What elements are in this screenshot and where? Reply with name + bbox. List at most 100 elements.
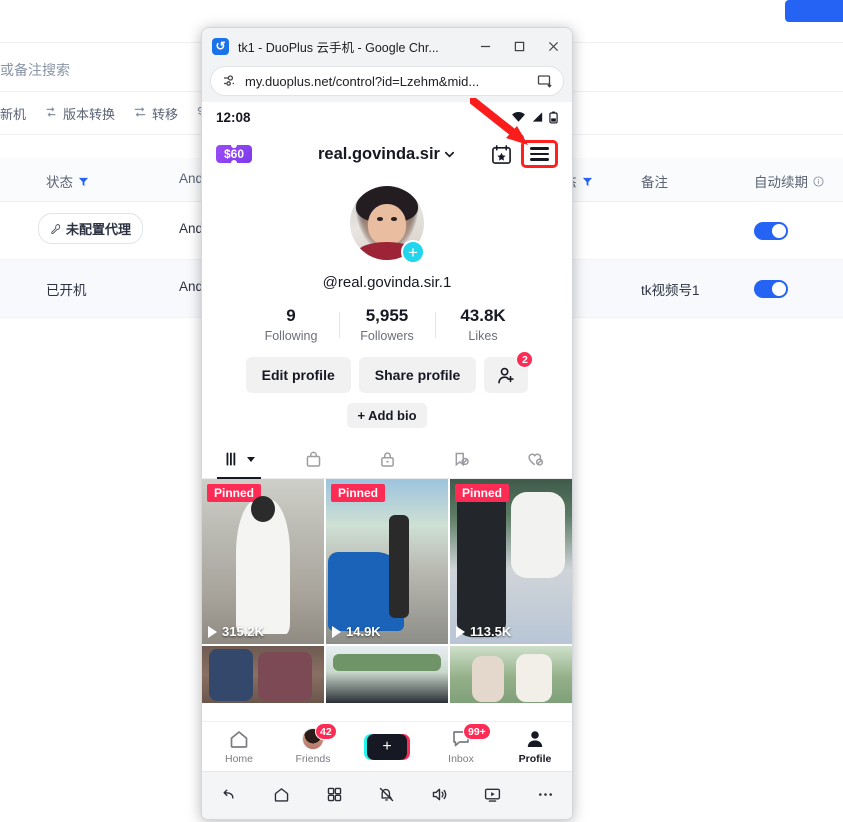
avatar-area: + bbox=[202, 186, 572, 264]
stat-likes-value: 43.8K bbox=[460, 306, 506, 325]
toolbar-item-transfer[interactable]: 转移 bbox=[133, 104, 178, 123]
share-profile-button[interactable]: Share profile bbox=[358, 357, 477, 393]
chrome-omnibox-row: my.duoplus.net/control?id=Lzehm&mid... bbox=[202, 64, 572, 102]
stat-following[interactable]: 9 Following bbox=[244, 306, 339, 343]
col-label-status: 状态 bbox=[46, 175, 73, 190]
install-app-icon[interactable] bbox=[537, 73, 553, 89]
more-dots-icon[interactable] bbox=[536, 785, 555, 804]
nav-item-home[interactable]: Home bbox=[202, 728, 276, 765]
filter-icon[interactable] bbox=[78, 176, 89, 187]
stat-following-label: Following bbox=[264, 329, 318, 343]
tab-posts[interactable] bbox=[202, 440, 276, 478]
hamburger-menu-icon[interactable] bbox=[521, 140, 558, 168]
profile-actions: Edit profile Share profile 2 bbox=[202, 351, 572, 393]
add-friend-button[interactable]: 2 bbox=[484, 351, 534, 393]
tab-saved[interactable] bbox=[424, 440, 498, 478]
status-badge-proxy[interactable]: 未配置代理 bbox=[38, 213, 144, 244]
video-cell[interactable] bbox=[450, 646, 572, 703]
tab-shop[interactable] bbox=[276, 440, 350, 478]
signal-icon bbox=[532, 112, 543, 122]
close-button[interactable] bbox=[536, 29, 570, 63]
stat-followers[interactable]: 5,955 Followers bbox=[340, 306, 435, 343]
avatar-face bbox=[367, 203, 407, 246]
col-header-status[interactable]: 状态 bbox=[46, 171, 89, 191]
play-icon bbox=[332, 625, 341, 638]
apps-grid-icon[interactable] bbox=[325, 785, 344, 804]
profile-person-icon bbox=[527, 731, 543, 747]
admin-search-input[interactable]: 或备注搜索 bbox=[0, 60, 70, 80]
url-text[interactable]: my.duoplus.net/control?id=Lzehm&mid... bbox=[245, 74, 529, 89]
screen-record-icon[interactable] bbox=[483, 785, 502, 804]
nav-item-inbox[interactable]: 99+ Inbox bbox=[424, 723, 498, 765]
site-settings-icon[interactable] bbox=[221, 73, 237, 89]
status-time: 12:08 bbox=[216, 109, 251, 125]
calendar-star-icon[interactable] bbox=[491, 144, 512, 165]
volume-icon[interactable] bbox=[430, 785, 449, 804]
chevron-down-icon bbox=[444, 151, 455, 158]
pinned-badge: Pinned bbox=[207, 484, 262, 502]
battery-icon bbox=[549, 111, 558, 123]
play-icon bbox=[456, 625, 465, 638]
cell-android: And bbox=[179, 279, 204, 294]
toolbar-item-new-device[interactable]: 新机 bbox=[0, 104, 26, 123]
play-icon bbox=[208, 625, 217, 638]
video-views-value: 14.9K bbox=[346, 624, 381, 639]
minimize-button[interactable] bbox=[468, 29, 502, 63]
coupon-badge[interactable]: $60 bbox=[216, 145, 253, 163]
friends-badge: 42 bbox=[315, 723, 337, 740]
info-icon[interactable] bbox=[813, 175, 824, 187]
avatar-eye-right bbox=[391, 217, 398, 221]
video-cell[interactable]: Pinned 113.5K bbox=[450, 479, 572, 644]
maximize-button[interactable] bbox=[502, 29, 536, 63]
back-icon[interactable] bbox=[219, 785, 238, 804]
auto-renew-toggle[interactable] bbox=[754, 280, 788, 298]
tiktok-profile-header: $60 real.govinda.sir bbox=[202, 132, 572, 176]
plus-circle-icon[interactable]: + bbox=[401, 240, 425, 264]
auto-renew-toggle[interactable] bbox=[754, 222, 788, 240]
shopping-bag-icon bbox=[306, 451, 320, 467]
stat-likes[interactable]: 43.8K Likes bbox=[436, 306, 531, 343]
menu-line-1 bbox=[530, 147, 549, 150]
nav-item-friends[interactable]: 42 Friends bbox=[276, 723, 350, 765]
create-plus-wrap: + bbox=[364, 733, 410, 760]
status-badge-label: 未配置代理 bbox=[66, 222, 132, 237]
edit-profile-button[interactable]: Edit profile bbox=[245, 357, 351, 393]
toolbar-label-transfer: 转移 bbox=[152, 107, 179, 122]
add-bio-button[interactable]: + Add bio bbox=[347, 403, 427, 428]
col-header-note: 备注 bbox=[641, 171, 668, 191]
home-icon[interactable] bbox=[272, 785, 291, 804]
cloud-phone-viewport: 12:08 $60 real.govinda.sir + @real.govin… bbox=[202, 102, 572, 817]
nav-label-friends: Friends bbox=[295, 753, 331, 765]
toolbar-label-new-device: 新机 bbox=[0, 107, 27, 122]
version-swap-icon bbox=[44, 105, 58, 122]
video-cell[interactable]: Pinned 315.2K bbox=[202, 479, 324, 644]
video-cell[interactable] bbox=[202, 646, 324, 703]
toolbar-label-version-swap: 版本转换 bbox=[63, 107, 116, 122]
header-right-actions bbox=[491, 140, 558, 168]
mute-notification-icon[interactable] bbox=[377, 785, 396, 804]
grid-posts-icon bbox=[226, 452, 235, 466]
android-status-bar: 12:08 bbox=[202, 102, 572, 132]
add-friend-badge: 2 bbox=[516, 351, 534, 368]
address-bar[interactable]: my.duoplus.net/control?id=Lzehm&mid... bbox=[210, 66, 564, 96]
filter-icon-2[interactable] bbox=[582, 176, 593, 187]
nav-item-create[interactable]: + bbox=[350, 733, 424, 760]
inbox-badge: 99+ bbox=[463, 723, 491, 740]
tab-private[interactable] bbox=[350, 440, 424, 478]
cell-android: And bbox=[179, 221, 204, 236]
stat-followers-label: Followers bbox=[360, 329, 414, 343]
admin-primary-button[interactable] bbox=[785, 0, 843, 22]
tab-liked[interactable] bbox=[498, 440, 572, 478]
stat-following-value: 9 bbox=[286, 306, 296, 325]
video-views-value: 315.2K bbox=[222, 624, 264, 639]
duoplus-icon: ↺ bbox=[212, 37, 229, 55]
video-cell[interactable]: Pinned 14.9K bbox=[326, 479, 448, 644]
toolbar-item-version-swap[interactable]: 版本转换 bbox=[44, 104, 115, 123]
window-title: tk1 - DuoPlus 云手机 - Google Chr... bbox=[238, 40, 439, 55]
chrome-titlebar[interactable]: ↺ tk1 - DuoPlus 云手机 - Google Chr... bbox=[202, 28, 572, 64]
video-cell[interactable] bbox=[326, 646, 448, 703]
create-plus-icon[interactable]: + bbox=[364, 733, 410, 760]
cell-note: tk视频号1 bbox=[641, 283, 700, 298]
nav-item-profile[interactable]: Profile bbox=[498, 728, 572, 765]
nav-label-profile: Profile bbox=[518, 753, 552, 765]
